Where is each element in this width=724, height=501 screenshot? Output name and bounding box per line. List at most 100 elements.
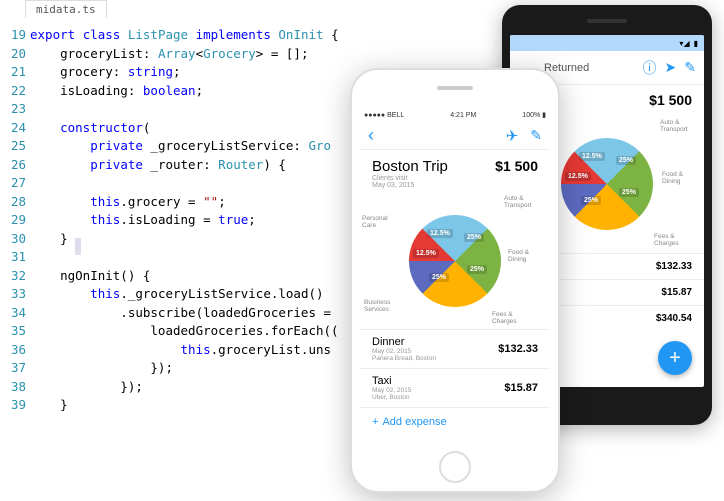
pie-chart [542,119,672,249]
trip-date: May 03, 2015 [372,182,448,189]
battery-icon: ▮ [694,39,698,48]
code-line[interactable]: 29 this.isLoading = true; [0,211,360,230]
send-icon[interactable]: ➤ [665,59,677,76]
legend-food: Food &Dining [508,249,546,263]
slice-label: 25% [581,196,601,205]
back-icon[interactable]: ‹ [368,125,374,146]
item-name: Taxi [372,375,411,387]
slice-label: 12.5% [427,229,453,238]
list-item[interactable]: Taxi May 02, 2015 Uber, Boston $15.87 [360,368,550,407]
code-line[interactable]: 35 loadedGroceries.forEach(( [0,322,360,341]
add-expense-button[interactable]: +Add expense [360,407,550,436]
item-amount: $15.87 [504,382,538,394]
item-amount: $340.54 [656,313,692,324]
wifi-icon: ▾◢ [679,39,689,48]
code-line[interactable]: 33 this._groceryListService.load() [0,285,360,304]
code-line[interactable]: 22 isLoading: boolean; [0,82,360,101]
slice-label: 25% [467,265,487,274]
code-line[interactable]: 21 grocery: string; [0,63,360,82]
line-content: private _groceryListService: Gro [30,137,360,156]
code-line[interactable]: 28 this.grocery = ""; [0,193,360,212]
edit-icon[interactable]: ✎ [530,127,542,145]
slice-label: 12.5% [579,152,605,161]
line-content: this.isLoading = true; [30,211,360,230]
line-number: 25 [0,137,30,156]
iphone-status-bar: ●●●●● BELL 4:21 PM 100% ▮ [360,108,550,122]
legend-fees: Fees &Charges [654,233,692,247]
legend-auto: Auto &Transport [504,195,542,209]
line-number: 32 [0,267,30,286]
code-line[interactable]: 37 }); [0,359,360,378]
line-content: export class ListPage implements OnInit … [30,26,360,45]
code-line[interactable]: 23 [0,100,360,119]
code-line[interactable]: 38 }); [0,378,360,397]
send-icon[interactable]: ✈ [506,127,519,145]
iphone-toolbar: ‹ ✈ ✎ [360,122,550,150]
code-line[interactable]: 34 .subscribe(loadedGroceries = [0,304,360,323]
iphone-screen: ●●●●● BELL 4:21 PM 100% ▮ ‹ ✈ ✎ Boston T… [360,108,550,443]
trip-title: Boston Trip [372,158,448,175]
line-number: 22 [0,82,30,101]
code-line[interactable]: 31 [0,248,360,267]
code-line[interactable]: 39 } [0,396,360,415]
line-content: this.groceryList.uns [30,341,360,360]
info-icon[interactable]: ⓘ [643,58,657,78]
slice-label: 12.5% [565,172,591,181]
line-number: 30 [0,230,30,249]
pie-chart [390,196,520,326]
code-line[interactable]: 32 ngOnInit() { [0,267,360,286]
line-content: grocery: string; [30,63,360,82]
iphone-expense-list: Dinner May 02, 2015 Panera Bread, Boston… [360,329,550,407]
legend-business: BusinessServices [364,299,402,313]
code-line[interactable]: 19export class ListPage implements OnIni… [0,26,360,45]
iphone-pie-chart[interactable]: 25% 25% 25% 12.5% 12.5% Auto &Transport … [360,193,550,329]
code-line[interactable]: 20 groceryList: Array<Grocery> = []; [0,45,360,64]
code-editor[interactable]: midata.ts 19export class ListPage implem… [0,0,360,501]
toolbar-title: Returned [544,62,635,74]
line-content: loadedGroceries.forEach(( [30,322,360,341]
line-content [30,174,360,193]
edit-icon[interactable]: ✎ [684,59,696,76]
code-line[interactable]: 25 private _groceryListService: Gro [0,137,360,156]
slice-label: 12.5% [413,249,439,258]
fab-add-button[interactable]: + [658,341,692,375]
android-speaker [587,19,627,23]
item-date: May 02, 2015 [372,348,436,355]
line-number: 31 [0,248,30,267]
home-button[interactable] [439,451,471,483]
code-line[interactable]: 30 } [0,230,360,249]
line-number: 27 [0,174,30,193]
item-amount: $15.87 [661,287,692,298]
item-amount: $132.33 [656,261,692,272]
item-name: Dinner [372,336,436,348]
line-content: }); [30,378,360,397]
line-number: 21 [0,63,30,82]
line-number: 28 [0,193,30,212]
line-content: private _router: Router) { [30,156,360,175]
code-line[interactable]: 26 private _router: Router) { [0,156,360,175]
item-place: Uber, Boston [372,394,411,401]
line-number: 23 [0,100,30,119]
item-date: May 02, 2015 [372,387,411,394]
plus-icon: + [372,416,378,428]
line-content: this.grocery = ""; [30,193,360,212]
carrier-label: ●●●●● BELL [364,112,404,119]
line-number: 37 [0,359,30,378]
code-line[interactable]: 27 [0,174,360,193]
line-content: }); [30,359,360,378]
line-number: 26 [0,156,30,175]
line-content: constructor( [30,119,360,138]
code-line[interactable]: 36 this.groceryList.uns [0,341,360,360]
line-number: 39 [0,396,30,415]
line-number: 34 [0,304,30,323]
legend-fees: Fees &Charges [492,311,530,325]
line-content [30,100,360,119]
line-number: 35 [0,322,30,341]
list-item[interactable]: Dinner May 02, 2015 Panera Bread, Boston… [360,329,550,368]
line-content: groceryList: Array<Grocery> = []; [30,45,360,64]
android-status-bar: ▾◢ ▮ [510,35,704,51]
code-line[interactable]: 24 constructor( [0,119,360,138]
line-number: 29 [0,211,30,230]
editor-body[interactable]: 19export class ListPage implements OnIni… [0,8,360,415]
editor-tab[interactable]: midata.ts [25,0,107,18]
